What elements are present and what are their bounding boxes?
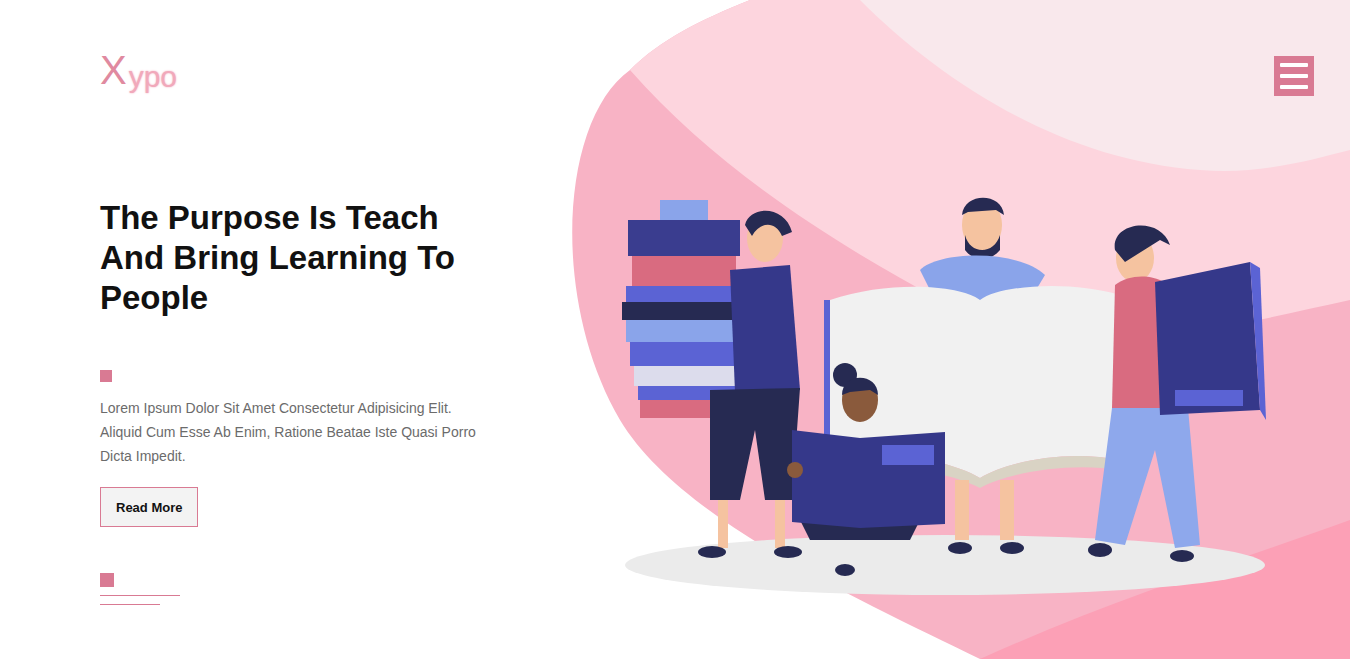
- hero-illustration: [560, 0, 1350, 659]
- hero: The Purpose Is Teach And Bring Learning …: [0, 198, 1350, 605]
- decor-square: [100, 573, 114, 587]
- decor-line: [100, 595, 180, 596]
- background-blob: [572, 0, 1350, 659]
- decor-line: [100, 604, 160, 605]
- header: Xypo: [0, 0, 1350, 98]
- hamburger-menu-icon[interactable]: [1274, 56, 1314, 96]
- read-more-button[interactable]: Read More: [100, 487, 198, 527]
- person-with-books: [622, 200, 802, 558]
- woman-with-book: [1088, 226, 1266, 562]
- logo-first-letter: X: [100, 48, 127, 92]
- decor-square: [100, 370, 112, 382]
- girl-reading: [787, 363, 945, 576]
- landing-page: Xypo The Purpose Is Teach And Bring Lear…: [0, 0, 1350, 659]
- hero-description: Lorem Ipsum Dolor Sit Amet Consectetur A…: [100, 396, 495, 468]
- logo-rest: ypo: [129, 62, 177, 92]
- logo[interactable]: Xypo: [100, 48, 177, 98]
- hero-title: The Purpose Is Teach And Bring Learning …: [100, 198, 500, 318]
